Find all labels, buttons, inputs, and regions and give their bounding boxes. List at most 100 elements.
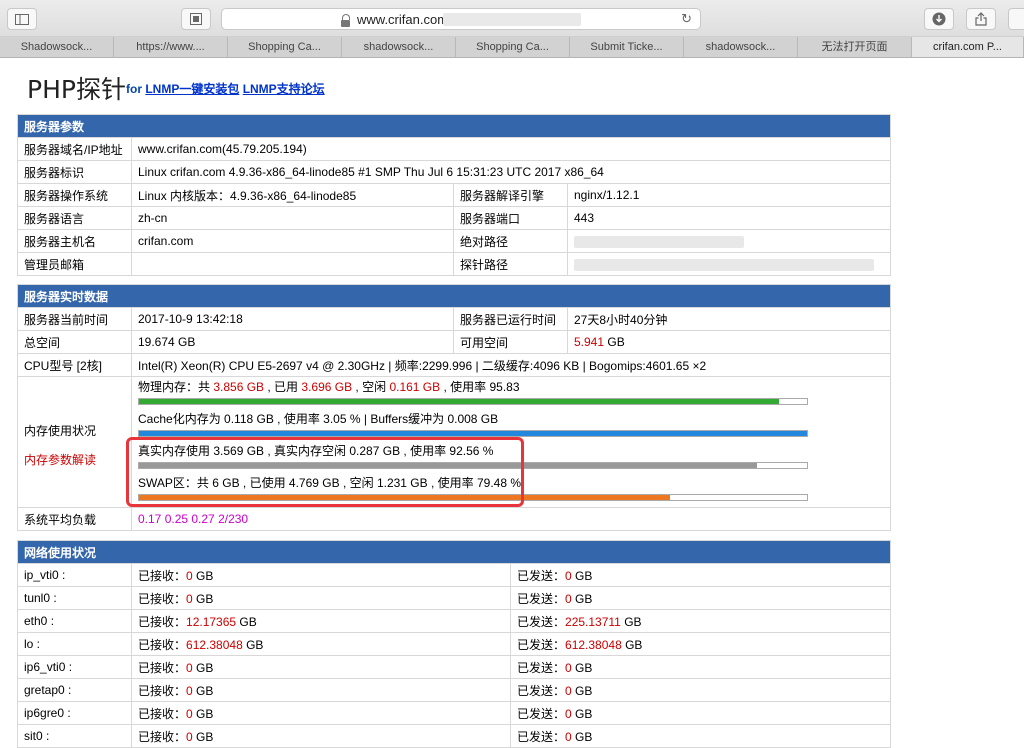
interface-name: ip6_vti0 : (17, 655, 132, 679)
label: CPU型号 [2核] (17, 353, 132, 377)
label: 内存使用状况 (24, 424, 97, 438)
sidebar-icon (15, 13, 29, 25)
tab-bar: Shadowsock... https://www.... Shopping C… (0, 37, 1024, 58)
received: 已接收：0 GB (131, 701, 511, 725)
table-row: ip_vti0 : 已接收：0 GB 已发送：0 GB (17, 563, 892, 587)
table-row: gretap0 : 已接收：0 GB 已发送：0 GB (17, 678, 892, 702)
sidebar-toggle-button[interactable] (7, 8, 37, 30)
label: 系统平均负载 (17, 507, 132, 531)
lock-icon (341, 14, 350, 27)
phys-memory-line: 物理内存：共 3.856 GB , 已用 3.696 GB , 空闲 0.161… (138, 380, 520, 394)
received: 已接收：0 GB (131, 678, 511, 702)
reload-icon[interactable]: ↻ (681, 11, 692, 27)
value: 5.941 GB (566, 330, 892, 354)
label: 服务器端口 (453, 206, 568, 230)
received: 已接收：0 GB (131, 563, 511, 587)
value-redacted (566, 229, 892, 253)
download-icon (932, 12, 946, 26)
address-bar[interactable]: www.crifan.com/ ↻ (221, 8, 701, 30)
label: 服务器主机名 (17, 229, 132, 253)
reader-icon (190, 13, 202, 25)
value-redacted (566, 252, 892, 276)
tab-active[interactable]: crifan.com P... (912, 37, 1024, 57)
downloads-button[interactable] (924, 8, 954, 30)
table-row: sit0 : 已接收：0 GB 已发送：0 GB (17, 724, 892, 748)
cache-fill (139, 431, 807, 436)
table-row: ip6gre0 : 已接收：0 GB 已发送：0 GB (17, 701, 892, 725)
interface-name: tunl0 : (17, 586, 132, 610)
value: 0.17 0.25 0.27 2/230 (130, 507, 892, 531)
value: 2017-10-9 13:42:18 (131, 307, 454, 331)
table-row: ip6_vti0 : 已接收：0 GB 已发送：0 GB (17, 655, 892, 679)
label: 服务器操作系统 (17, 183, 132, 207)
interface-name: gretap0 : (17, 678, 132, 702)
tab[interactable]: Shopping Ca... (456, 37, 570, 57)
label: 探针路径 (453, 252, 568, 276)
table-row: lo : 已接收：612.38048 GB 已发送：612.38048 GB (17, 632, 892, 656)
share-button[interactable] (966, 8, 996, 30)
received: 已接收：0 GB (131, 724, 511, 748)
tab[interactable]: shadowsock... (684, 37, 798, 57)
tab[interactable]: https://www.... (114, 37, 228, 57)
label: 服务器已运行时间 (453, 307, 568, 331)
memory-help-link[interactable]: 内存参数解读 (24, 451, 125, 468)
server-params-table: 服务器参数 服务器域名/IP地址 www.crifan.com(45.79.205… (16, 114, 892, 276)
received: 已接收：0 GB (131, 655, 511, 679)
value: 27天8小时40分钟 (566, 307, 892, 331)
sent: 已发送：0 GB (509, 724, 892, 748)
tab[interactable]: shadowsock... (342, 37, 456, 57)
sent: 已发送：0 GB (509, 678, 892, 702)
label: 总空间 (17, 330, 132, 354)
label: 服务器解译引擎 (453, 183, 568, 207)
interface-name: sit0 : (17, 724, 132, 748)
sent: 已发送：0 GB (509, 563, 892, 587)
sent: 已发送：0 GB (509, 701, 892, 725)
value (131, 252, 454, 276)
url-redacted (443, 13, 581, 26)
reader-button[interactable] (181, 8, 211, 30)
value: 19.674 GB (131, 330, 454, 354)
tab[interactable]: Submit Ticke... (570, 37, 684, 57)
share-icon (975, 12, 987, 26)
label: 绝对路径 (453, 229, 568, 253)
phys-memory-bar (138, 398, 808, 405)
sent: 已发送：0 GB (509, 586, 892, 610)
tab[interactable]: 无法打开页面 (798, 37, 912, 57)
section-heading: 服务器参数 (16, 114, 892, 138)
value: nginx/1.12.1 (566, 183, 892, 207)
url-text: www.crifan.com/ (357, 12, 452, 27)
value: Linux crifan.com 4.9.36-x86_64-linode85 … (130, 160, 892, 184)
value: www.crifan.com(45.79.205.194) (130, 137, 892, 161)
label: 服务器域名/IP地址 (17, 137, 132, 161)
memory-label-cell: 内存使用状况 内存参数解读 (17, 376, 132, 508)
new-tab-button[interactable] (1008, 8, 1024, 30)
section-heading: 服务器实时数据 (16, 284, 892, 308)
interface-name: eth0 : (17, 609, 132, 633)
value: Intel(R) Xeon(R) CPU E5-2697 v4 @ 2.30GH… (130, 353, 892, 377)
received: 已接收：0 GB (131, 586, 511, 610)
table-row: eth0 : 已接收：12.17365 GB 已发送：225.13711 GB (17, 609, 892, 633)
phys-memory-fill (139, 399, 780, 404)
lnmp-forum-link[interactable]: LNMP支持论坛 (243, 82, 325, 96)
interface-name: ip6gre0 : (17, 701, 132, 725)
tab[interactable]: Shadowsock... (0, 37, 114, 57)
label: 可用空间 (453, 330, 568, 354)
cache-bar (138, 430, 808, 437)
interface-name: ip_vti0 : (17, 563, 132, 587)
label: 服务器标识 (17, 160, 132, 184)
page-title: PHP探针 (27, 75, 126, 104)
annotation-highlight-box (126, 437, 524, 507)
sent: 已发送：612.38048 GB (509, 632, 892, 656)
interface-name: lo : (17, 632, 132, 656)
section-heading: 网络使用状况 (16, 540, 892, 564)
label: 管理员邮箱 (17, 252, 132, 276)
lnmp-install-link[interactable]: LNMP一键安装包 (145, 82, 239, 96)
network-table: 网络使用状况 ip_vti0 : 已接收：0 GB 已发送：0 GB tunl0 :已… (16, 540, 892, 748)
sent: 已发送：0 GB (509, 655, 892, 679)
network-rows: ip_vti0 : 已接收：0 GB 已发送：0 GB tunl0 : 已接收：0 GB… (17, 563, 892, 748)
value: zh-cn (131, 206, 454, 230)
value: crifan.com (131, 229, 454, 253)
tab[interactable]: Shopping Ca... (228, 37, 342, 57)
subtitle: for LNMP一键安装包 LNMP支持论坛 (126, 82, 325, 96)
value: 443 (566, 206, 892, 230)
